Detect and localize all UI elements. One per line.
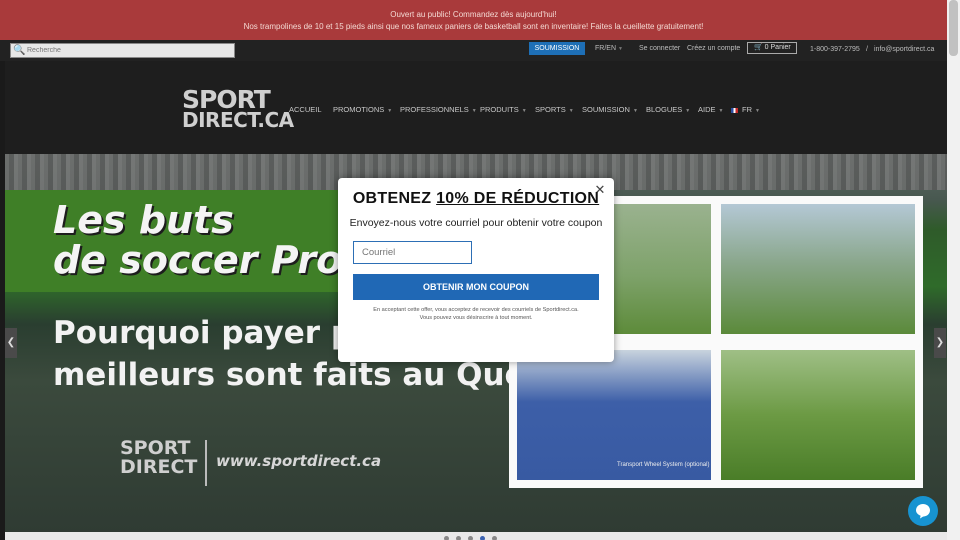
soumission-button[interactable]: SOUMISSION xyxy=(529,42,585,55)
nav-item-promotions[interactable]: PROMOTIONS ▼ xyxy=(333,105,392,114)
nav-item-sports[interactable]: SPORTS ▼ xyxy=(535,105,574,114)
announcement-line-1: Ouvert au public! Commandez dès aujourd'… xyxy=(390,10,557,19)
nav-item-soumission[interactable]: SOUMISSION ▼ xyxy=(582,105,638,114)
announcement-bar: Ouvert au public! Commandez dès aujourd'… xyxy=(0,0,947,40)
chat-bubble-icon xyxy=(916,504,930,519)
chevron-down-icon: ▼ xyxy=(568,108,574,114)
chevron-down-icon: ▼ xyxy=(617,46,623,52)
nav-label: SOUMISSION xyxy=(582,105,630,114)
goal-photo xyxy=(721,204,915,334)
logo-line-2: DIRECT.CA xyxy=(182,108,294,132)
top-bar: 🔍 SOUMISSION FR/EN ▼ Se connecter Créez … xyxy=(0,40,947,61)
slider-dot-active[interactable] xyxy=(480,536,485,540)
disclaimer-line-1: En acceptant cette offer, vous acceptez … xyxy=(373,307,579,313)
chevron-down-icon: ▼ xyxy=(718,108,724,114)
chevron-down-icon: ▼ xyxy=(685,108,691,114)
hero-headline: Les buts de soccer Pro xyxy=(53,200,342,280)
cart-button[interactable]: 🛒 0 Panier xyxy=(747,42,797,54)
popup-title-prefix: OBTENEZ xyxy=(352,190,437,207)
nav-item-aide[interactable]: AIDE ▼ xyxy=(698,105,723,114)
nav-item-professionnels[interactable]: PROFESSIONNELS ▼ xyxy=(400,105,477,114)
photo-caption: Transport Wheel System (optional) xyxy=(617,462,710,468)
slider-dot[interactable] xyxy=(456,536,461,540)
popup-title-emphasis: 10% DE RÉDUCTION xyxy=(436,190,600,207)
email-link[interactable]: info@sportdirect.ca xyxy=(874,46,934,53)
slider-dots xyxy=(444,536,497,540)
email-field[interactable] xyxy=(353,241,472,264)
hero-headline-line-1: Les buts xyxy=(53,198,234,242)
hero-headline-line-2: de soccer Pro xyxy=(53,238,343,282)
get-coupon-button[interactable]: OBTENIR MON COUPON xyxy=(353,274,599,300)
popup-disclaimer: En acceptant cette offer, vous acceptez … xyxy=(358,306,594,322)
disclaimer-line-2: Vous pouvez vous désinscrire à tout mome… xyxy=(419,315,533,321)
nav-label: PRODUITS xyxy=(480,105,519,114)
language-switch-label: FR/EN xyxy=(595,45,616,52)
nav-label: AIDE xyxy=(698,105,716,114)
chevron-down-icon: ▼ xyxy=(632,108,638,114)
slider-dot[interactable] xyxy=(468,536,473,540)
scrollbar-thumb[interactable] xyxy=(949,0,958,56)
nav-item-language[interactable]: FR ▼ xyxy=(731,105,760,114)
goal-photo xyxy=(721,350,915,480)
coupon-popup: ✕ OBTENEZ 10% DE RÉDUCTION Envoyez-nous … xyxy=(338,178,614,362)
chevron-down-icon: ▼ xyxy=(755,108,760,114)
page-scrollbar[interactable] xyxy=(947,0,960,540)
nav-label: SPORTS xyxy=(535,105,566,114)
phone-link[interactable]: 1-800-397-2795 xyxy=(810,46,860,53)
hero-brand-line-2: DIRECT xyxy=(120,456,198,478)
slider-dot[interactable] xyxy=(492,536,497,540)
language-switch[interactable]: FR/EN ▼ xyxy=(595,45,623,52)
hero-url: www.sportdirect.ca xyxy=(216,452,382,470)
slider-prev-button[interactable]: ❮ xyxy=(5,328,17,358)
chevron-left-icon: ❮ xyxy=(6,337,16,348)
cart-icon: 🛒 xyxy=(754,44,763,51)
brand-divider xyxy=(205,440,207,486)
nav-item-produits[interactable]: PRODUITS ▼ xyxy=(480,105,527,114)
nav-item-blogues[interactable]: BLOGUES ▼ xyxy=(646,105,690,114)
popup-title: OBTENEZ 10% DE RÉDUCTION xyxy=(338,190,614,208)
slider-next-button[interactable]: ❯ xyxy=(934,328,946,358)
hero-brand-logo: SPORT DIRECT xyxy=(120,439,197,477)
chevron-down-icon: ▼ xyxy=(521,108,527,114)
nav-label: PROFESSIONNELS xyxy=(400,105,469,114)
site-logo[interactable]: SPORT DIRECT.CA xyxy=(182,85,294,132)
search-input[interactable] xyxy=(25,44,225,57)
flag-icon xyxy=(731,107,738,113)
cart-label: 0 Panier xyxy=(764,44,791,51)
contact-separator: / xyxy=(866,46,868,53)
nav-label: ACCUEIL xyxy=(289,105,322,114)
chevron-right-icon: ❯ xyxy=(935,337,945,348)
chat-button[interactable] xyxy=(908,496,938,526)
goal-photo: Transport Wheel System (optional) xyxy=(517,350,711,480)
popup-subtitle: Envoyez-nous votre courriel pour obtenir… xyxy=(349,217,603,229)
nav-label: BLOGUES xyxy=(646,105,683,114)
login-link[interactable]: Se connecter xyxy=(639,45,680,52)
site-header: SPORT DIRECT.CA ACCUEIL PROMOTIONS ▼ PROF… xyxy=(5,61,947,154)
chevron-down-icon: ▼ xyxy=(471,108,477,114)
search-icon: 🔍 xyxy=(13,44,26,56)
search-box[interactable]: 🔍 xyxy=(10,43,235,58)
announcement-line-2: Nos trampolines de 10 et 15 pieds ainsi … xyxy=(243,22,704,31)
chevron-down-icon: ▼ xyxy=(387,108,393,114)
nav-label: FR xyxy=(742,105,752,114)
slider-dot[interactable] xyxy=(444,536,449,540)
nav-label: PROMOTIONS xyxy=(333,105,385,114)
nav-item-accueil[interactable]: ACCUEIL xyxy=(289,105,322,114)
create-account-link[interactable]: Créez un compte xyxy=(687,45,740,52)
